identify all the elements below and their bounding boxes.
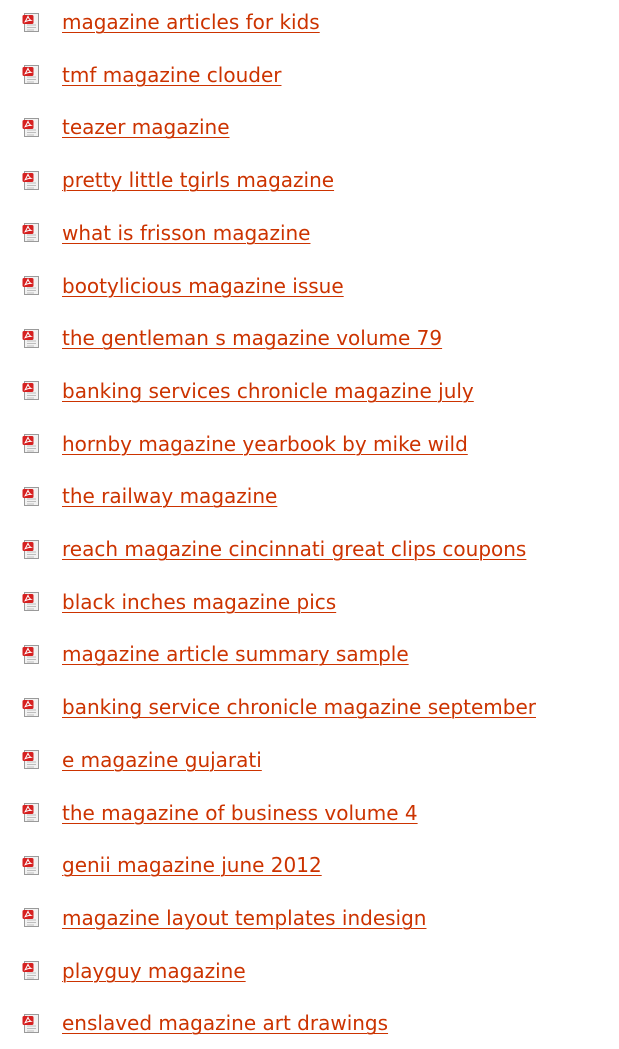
document-link[interactable]: the gentleman s magazine volume 79 xyxy=(62,326,442,350)
list-item: hornby magazine yearbook by mike wild xyxy=(0,418,619,470)
pdf-file-icon xyxy=(22,750,39,770)
document-link[interactable]: reach magazine cincinnati great clips co… xyxy=(62,537,526,561)
pdf-file-icon xyxy=(22,65,39,85)
document-link[interactable]: hornby magazine yearbook by mike wild xyxy=(62,432,468,456)
list-item: the railway magazine xyxy=(0,470,619,522)
list-item: what is frisson magazine xyxy=(0,207,619,259)
pdf-file-icon xyxy=(22,855,39,875)
pdf-file-icon xyxy=(22,381,39,401)
pdf-file-icon xyxy=(22,434,39,454)
document-link[interactable]: teazer magazine xyxy=(62,115,230,139)
pdf-file-icon xyxy=(22,223,39,243)
document-link[interactable]: pretty little tgirls magazine xyxy=(62,168,334,192)
pdf-file-icon xyxy=(22,276,39,295)
pdf-file-icon xyxy=(22,117,39,137)
list-item: banking service chronicle magazine septe… xyxy=(0,681,619,733)
document-link[interactable]: banking services chronicle magazine july xyxy=(62,379,474,403)
document-link[interactable]: the magazine of business volume 4 xyxy=(62,801,418,825)
pdf-file-icon xyxy=(22,592,39,612)
pdf-file-icon xyxy=(22,697,39,717)
pdf-file-icon xyxy=(22,961,39,981)
pdf-file-icon xyxy=(22,12,39,32)
list-item: teazer magazine xyxy=(0,101,619,153)
list-item: tmf magazine clouder xyxy=(0,49,619,101)
list-item: black inches magazine pics xyxy=(0,576,619,628)
pdf-file-icon xyxy=(22,908,39,928)
document-link[interactable]: magazine articles for kids xyxy=(62,10,320,34)
pdf-file-icon xyxy=(22,539,39,559)
pdf-file-icon xyxy=(22,1013,39,1033)
document-link[interactable]: the railway magazine xyxy=(62,484,277,508)
list-item: enslaved magazine art drawings xyxy=(0,997,619,1049)
document-link[interactable]: tmf magazine clouder xyxy=(62,63,282,87)
list-item: magazine article summary sample xyxy=(0,628,619,680)
list-item: magazine layout templates indesign xyxy=(0,892,619,944)
pdf-file-icon xyxy=(22,328,39,348)
list-item: playguy magazine xyxy=(0,945,619,997)
document-link[interactable]: genii magazine june 2012 xyxy=(62,853,322,877)
document-link[interactable]: playguy magazine xyxy=(62,959,246,983)
document-link[interactable]: bootylicious magazine issue xyxy=(62,274,344,298)
pdf-file-icon xyxy=(22,486,39,506)
document-link[interactable]: what is frisson magazine xyxy=(62,221,310,245)
list-item: pretty little tgirls magazine xyxy=(0,154,619,206)
document-link[interactable]: e magazine gujarati xyxy=(62,748,262,772)
list-item: reach magazine cincinnati great clips co… xyxy=(0,523,619,575)
document-link[interactable]: enslaved magazine art drawings xyxy=(62,1011,388,1035)
list-item: magazine articles for kids xyxy=(0,0,619,48)
document-link[interactable]: black inches magazine pics xyxy=(62,590,336,614)
list-item: bootylicious magazine issue xyxy=(0,260,619,312)
document-link[interactable]: magazine article summary sample xyxy=(62,642,409,666)
document-link[interactable]: banking service chronicle magazine septe… xyxy=(62,695,536,719)
pdf-file-icon xyxy=(22,803,39,822)
pdf-file-icon xyxy=(22,170,39,190)
list-item: the gentleman s magazine volume 79 xyxy=(0,312,619,364)
pdf-file-icon xyxy=(22,644,39,664)
list-item: banking services chronicle magazine july xyxy=(0,365,619,417)
list-item: the magazine of business volume 4 xyxy=(0,787,619,839)
list-item: genii magazine june 2012 xyxy=(0,839,619,891)
document-link[interactable]: magazine layout templates indesign xyxy=(62,906,426,930)
list-item: e magazine gujarati xyxy=(0,734,619,786)
